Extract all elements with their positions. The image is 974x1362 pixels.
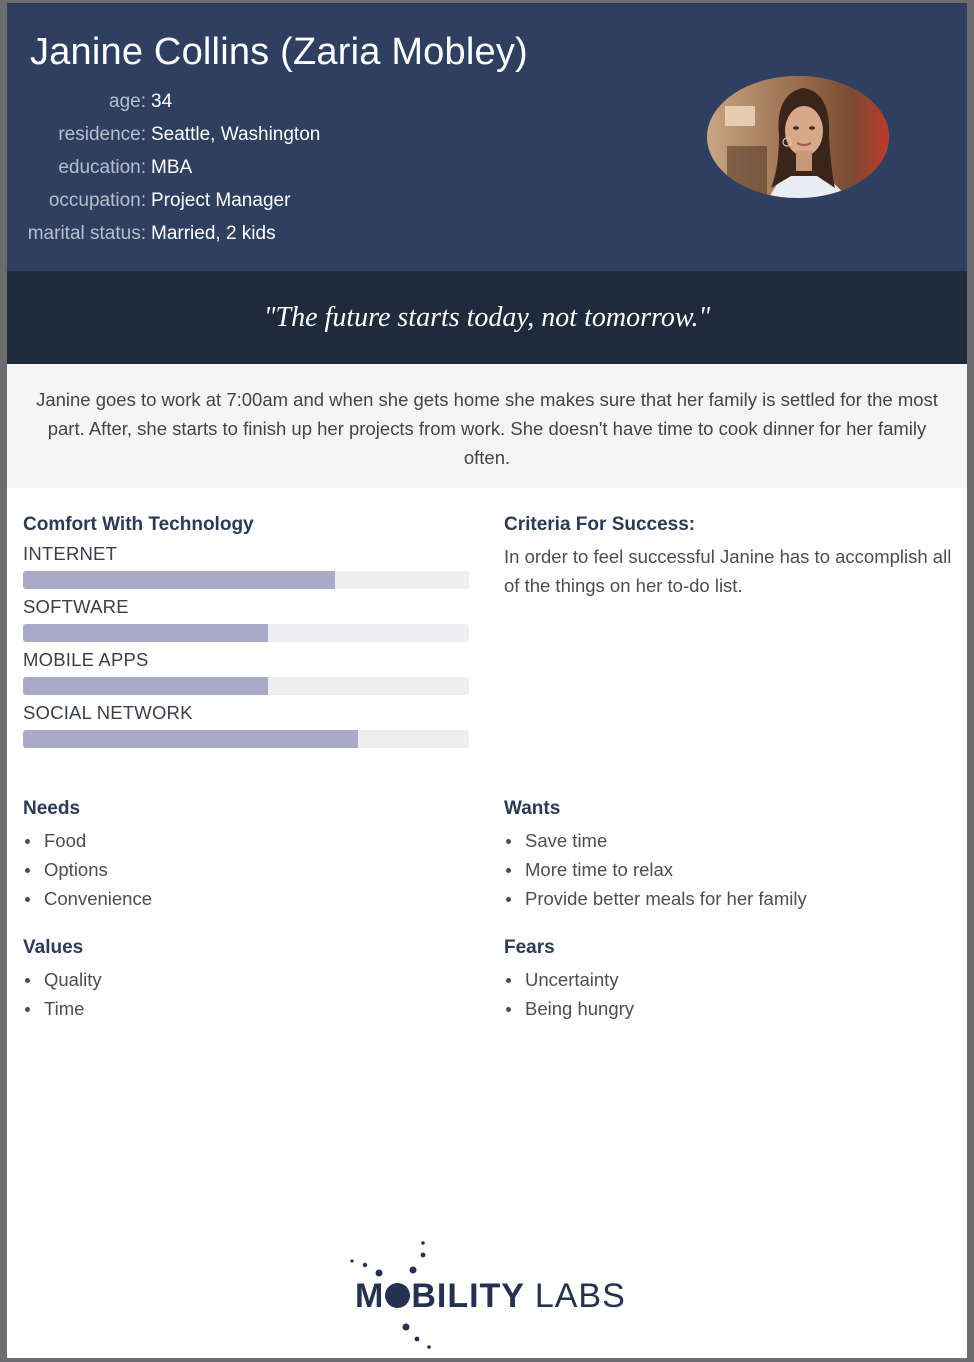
attr-marital-status: marital status: Married, 2 kids bbox=[7, 220, 320, 253]
wants-heading: Wants bbox=[504, 798, 561, 819]
list-item: Uncertainty bbox=[506, 965, 954, 994]
persona-name: Janine Collins (Zaria Mobley) bbox=[30, 31, 528, 73]
portrait-photo-icon bbox=[707, 76, 889, 198]
criteria-section: Criteria For Success: In order to feel s… bbox=[504, 513, 954, 600]
list-item: Options bbox=[25, 855, 473, 884]
tech-bar-internet: INTERNET bbox=[23, 542, 469, 589]
list-item: Quality bbox=[25, 965, 473, 994]
wants-section: Wants Save time More time to relax Provi… bbox=[504, 797, 954, 913]
tech-bar-track bbox=[23, 624, 469, 642]
criteria-heading: Criteria For Success: bbox=[504, 514, 696, 535]
list-item: More time to relax bbox=[506, 855, 954, 884]
persona-quote: "The future starts today, not tomorrow." bbox=[7, 271, 967, 364]
tech-bar-track bbox=[23, 677, 469, 695]
needs-heading: Needs bbox=[23, 798, 81, 819]
persona-photo bbox=[707, 76, 889, 198]
persona-header: Janine Collins (Zaria Mobley) age: 34 res… bbox=[7, 3, 967, 271]
list-item: Food bbox=[25, 826, 473, 855]
list-item: Convenience bbox=[25, 884, 473, 913]
criteria-text: In order to feel successful Janine has t… bbox=[504, 546, 952, 596]
attr-label: residence: bbox=[58, 124, 146, 145]
fears-list: Uncertainty Being hungry bbox=[504, 965, 954, 1023]
wants-list: Save time More time to relax Provide bet… bbox=[504, 826, 954, 913]
fears-section: Fears Uncertainty Being hungry bbox=[504, 936, 954, 1023]
tech-bar-label: SOFTWARE bbox=[23, 596, 129, 617]
tech-bar-mobile-apps: MOBILE APPS bbox=[23, 648, 469, 695]
attr-age: age: 34 bbox=[7, 88, 320, 121]
attr-label: education: bbox=[58, 157, 146, 178]
attr-label: age: bbox=[109, 91, 146, 112]
logo-letter-m: M bbox=[355, 1277, 385, 1315]
fears-heading: Fears bbox=[504, 937, 555, 958]
needs-list: Food Options Convenience bbox=[23, 826, 473, 913]
list-item: Time bbox=[25, 994, 473, 1023]
attr-value: Project Manager bbox=[151, 190, 291, 211]
tech-bar-label: INTERNET bbox=[23, 543, 118, 564]
attr-value: Seattle, Washington bbox=[151, 124, 321, 145]
list-item: Being hungry bbox=[506, 994, 954, 1023]
tech-bar-fill bbox=[23, 624, 269, 642]
attr-value: 34 bbox=[151, 91, 173, 112]
list-item: Provide better meals for her family bbox=[506, 884, 954, 913]
tech-bar-track bbox=[23, 571, 469, 589]
tech-bar-fill bbox=[23, 730, 358, 748]
values-section: Values Quality Time bbox=[23, 936, 473, 1023]
persona-page: Janine Collins (Zaria Mobley) age: 34 res… bbox=[7, 3, 967, 1358]
tech-bar-fill bbox=[23, 677, 269, 695]
values-list: Quality Time bbox=[23, 965, 473, 1023]
technology-section: Comfort With Technology INTERNET SOFTWAR… bbox=[23, 513, 469, 754]
attr-occupation: occupation: Project Manager bbox=[7, 187, 320, 220]
attr-value: MBA bbox=[151, 157, 193, 178]
logo-circle-o bbox=[385, 1283, 411, 1308]
values-heading: Values bbox=[23, 937, 84, 958]
attr-residence: residence: Seattle, Washington bbox=[7, 121, 320, 154]
logo-text: M BILITY LABS bbox=[355, 1277, 626, 1316]
tech-bar-software: SOFTWARE bbox=[23, 595, 469, 642]
tech-bar-label: MOBILE APPS bbox=[23, 649, 149, 670]
logo-word-bility: BILITY bbox=[411, 1277, 525, 1315]
tech-bar-fill bbox=[23, 571, 336, 589]
needs-section: Needs Food Options Convenience bbox=[23, 797, 473, 913]
persona-bio: Janine goes to work at 7:00am and when s… bbox=[7, 364, 967, 488]
tech-bar-track bbox=[23, 730, 469, 748]
tech-bar-label: SOCIAL NETWORK bbox=[23, 702, 193, 723]
technology-heading: Comfort With Technology bbox=[23, 514, 254, 535]
attr-label: marital status: bbox=[27, 223, 146, 244]
tech-bar-social-network: SOCIAL NETWORK bbox=[23, 701, 469, 748]
mobility-labs-logo: M BILITY LABS bbox=[347, 1235, 627, 1355]
list-item: Save time bbox=[506, 826, 954, 855]
attr-education: education: MBA bbox=[7, 154, 320, 187]
attr-label: occupation: bbox=[48, 190, 146, 211]
logo-word-labs: LABS bbox=[534, 1277, 626, 1315]
persona-attributes: age: 34 residence: Seattle, Washington edu… bbox=[7, 88, 321, 253]
attr-value: Married, 2 kids bbox=[151, 223, 276, 244]
